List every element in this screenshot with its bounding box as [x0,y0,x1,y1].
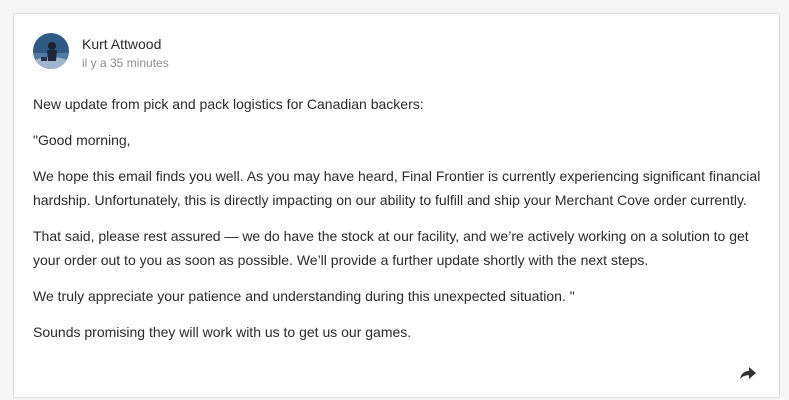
post-timestamp[interactable]: il y a 35 minutes [82,55,169,71]
author-name[interactable]: Kurt Attwood [82,35,169,53]
share-button[interactable] [738,363,758,383]
post-paragraph: "Good morning, [33,132,131,148]
post-header: Kurt Attwood il y a 35 minutes [33,33,169,71]
post-meta: Kurt Attwood il y a 35 minutes [82,35,169,71]
post-paragraph: We hope this email finds you well. As yo… [33,168,761,208]
post-card: Kurt Attwood il y a 35 minutes New updat… [13,13,780,398]
avatar[interactable] [33,33,69,69]
share-arrow-icon [740,367,756,380]
post-paragraph: New update from pick and pack logistics … [33,96,424,112]
avatar-photo-icon [33,33,69,69]
post-paragraph: We truly appreciate your patience and un… [33,288,575,304]
post-body: New update from pick and pack logistics … [33,92,763,356]
post-paragraph: Sounds promising they will work with us … [33,324,412,340]
post-paragraph: That said, please rest assured — we do h… [33,228,749,268]
